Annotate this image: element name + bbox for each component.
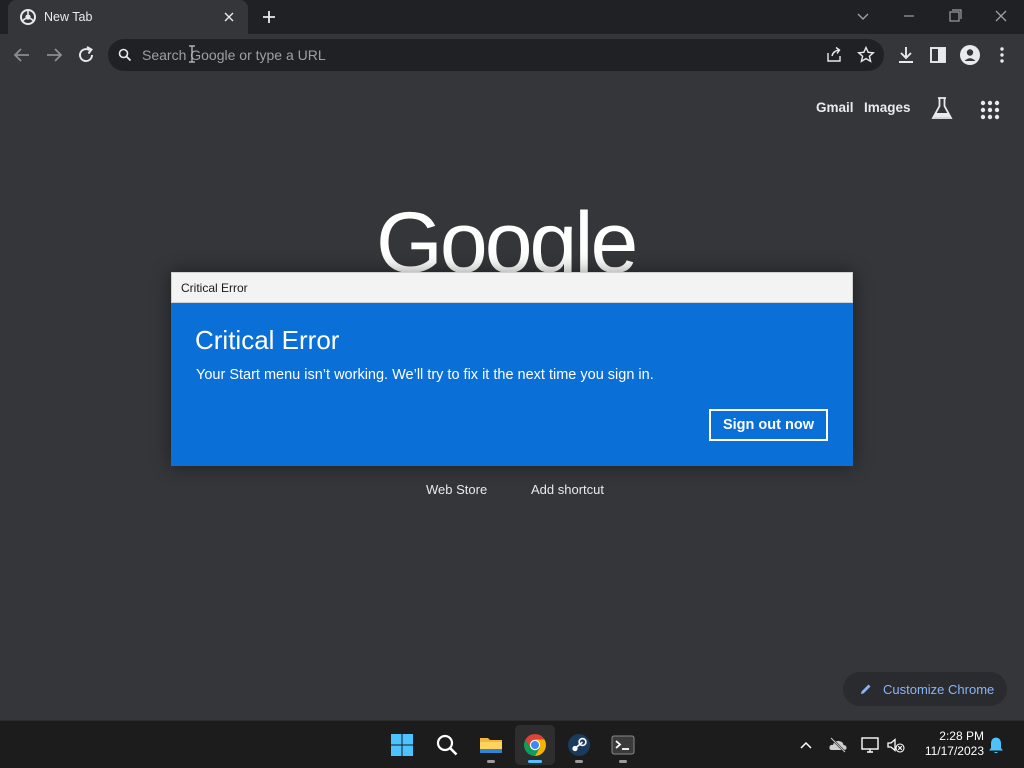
clock-date: 11/17/2023 <box>924 744 984 758</box>
system-clock[interactable]: 2:28 PM 11/17/2023 <box>912 729 984 759</box>
running-indicator <box>619 760 627 763</box>
menu-kebab-icon[interactable] <box>990 43 1014 67</box>
steam-taskbar-button[interactable] <box>559 725 599 765</box>
network-icon[interactable] <box>860 735 880 755</box>
tab-new-tab[interactable]: New Tab <box>8 0 248 34</box>
chrome-favicon-icon <box>20 9 36 25</box>
profile-avatar-icon[interactable] <box>958 43 982 67</box>
customize-chrome-label: Customize Chrome <box>883 682 995 697</box>
search-icon <box>118 48 132 62</box>
start-icon <box>391 734 413 756</box>
volume-muted-icon[interactable] <box>886 735 906 755</box>
show-hidden-icons-chevron-icon[interactable] <box>796 735 816 755</box>
start-button[interactable] <box>382 725 422 765</box>
tab-title: New Tab <box>44 10 93 24</box>
running-indicator <box>487 760 495 763</box>
chrome-icon <box>524 734 546 756</box>
pencil-icon <box>861 684 871 694</box>
terminal-icon <box>611 735 635 755</box>
sign-out-now-button[interactable]: Sign out now <box>709 409 828 441</box>
reload-icon[interactable] <box>74 43 98 67</box>
omnibox[interactable] <box>108 39 884 71</box>
bookmark-star-icon[interactable] <box>856 45 876 65</box>
back-icon[interactable] <box>10 43 34 67</box>
images-link[interactable]: Images <box>864 100 911 115</box>
browser-toolbar <box>0 34 1024 76</box>
side-panel-icon[interactable] <box>926 43 950 67</box>
forward-icon[interactable] <box>42 43 66 67</box>
terminal-taskbar-button[interactable] <box>603 725 643 765</box>
notification-bell-icon[interactable] <box>986 735 1006 755</box>
file-explorer-icon <box>480 738 502 753</box>
search-icon <box>436 734 458 756</box>
critical-error-dialog: Critical Error Critical Error Your Start… <box>171 272 853 466</box>
tab-search-chevron-icon[interactable] <box>850 4 876 28</box>
add-shortcut[interactable]: Add shortcut <box>531 482 604 497</box>
file-explorer-button[interactable] <box>471 725 511 765</box>
new-tab-icon[interactable] <box>258 6 280 28</box>
minimize-icon[interactable] <box>896 4 922 28</box>
taskbar: 2:28 PM 11/17/2023 <box>0 720 1024 768</box>
tab-strip: New Tab <box>0 0 1024 34</box>
onedrive-offline-icon[interactable] <box>828 735 848 755</box>
gmail-link[interactable]: Gmail <box>816 100 854 115</box>
dialog-window-title: Critical Error <box>181 281 248 295</box>
active-indicator <box>528 760 542 763</box>
labs-flask-icon[interactable] <box>930 96 954 122</box>
close-window-icon[interactable] <box>988 4 1014 28</box>
google-logo-text: Google <box>376 200 638 280</box>
dialog-body: Critical Error Your Start menu isn’t wor… <box>171 303 853 466</box>
google-apps-icon[interactable] <box>978 98 1002 122</box>
tab-close-icon[interactable] <box>220 8 238 26</box>
steam-icon <box>568 734 590 756</box>
restore-icon[interactable] <box>942 4 968 28</box>
clock-time: 2:28 PM <box>939 729 984 743</box>
share-icon[interactable] <box>824 45 844 65</box>
running-indicator <box>575 760 583 763</box>
web-store-shortcut[interactable]: Web Store <box>426 482 487 497</box>
downloads-icon[interactable] <box>894 43 918 67</box>
dialog-heading: Critical Error <box>195 325 340 355</box>
address-input[interactable] <box>142 45 782 65</box>
google-logo: Google <box>376 200 648 280</box>
chrome-taskbar-button[interactable] <box>515 725 555 765</box>
dialog-message: Your Start menu isn’t working. We’ll try… <box>196 367 654 383</box>
taskbar-search-button[interactable] <box>427 725 467 765</box>
text-cursor-icon <box>189 45 195 63</box>
customize-chrome-button[interactable]: Customize Chrome <box>843 672 1007 706</box>
dialog-titlebar: Critical Error <box>171 272 853 303</box>
